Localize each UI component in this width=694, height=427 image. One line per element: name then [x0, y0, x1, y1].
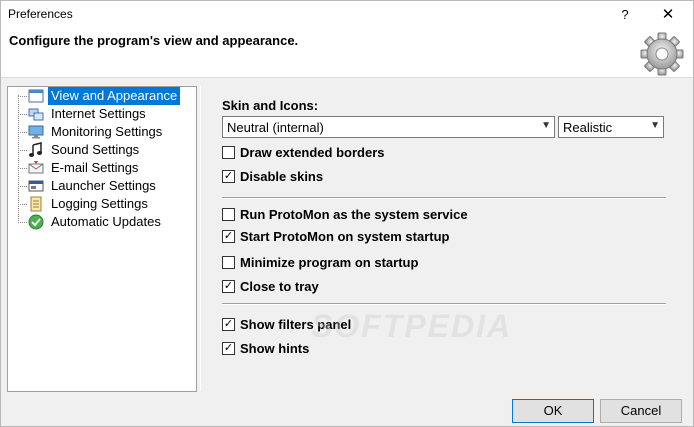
- icons-select[interactable]: Realistic ▼: [558, 116, 664, 138]
- checkbox-label: Close to tray: [240, 279, 319, 294]
- checkbox-label: Show hints: [240, 341, 310, 356]
- cancel-button[interactable]: Cancel: [600, 399, 682, 423]
- checkbox-box[interactable]: ✓: [222, 280, 235, 293]
- separator: [222, 197, 666, 199]
- tree-item-label: View and Appearance: [48, 87, 181, 105]
- checkbox-label: Disable skins: [240, 169, 324, 184]
- tree-item-label: Logging Settings: [51, 196, 148, 211]
- checkbox-label: Start ProtoMon on system startup: [240, 229, 450, 244]
- tree-item-label: Launcher Settings: [51, 178, 156, 193]
- window-title: Preferences: [8, 7, 73, 21]
- ok-button[interactable]: OK: [512, 399, 594, 423]
- separator: [222, 303, 666, 305]
- settings-panel: Skin and Icons: Neutral (internal) ▼ Rea…: [200, 86, 684, 391]
- envelope-icon: [28, 161, 44, 174]
- network-icon: [28, 108, 44, 121]
- settings-tree[interactable]: View and Appearance Internet Settings Mo…: [7, 86, 197, 392]
- tree-item-label: Automatic Updates: [51, 214, 161, 229]
- tree-item-label: Internet Settings: [51, 106, 146, 121]
- checkbox-label: Run ProtoMon as the system service: [240, 207, 468, 222]
- header-description: Configure the program's view and appeara…: [9, 33, 299, 48]
- checkbox-box[interactable]: [222, 146, 235, 159]
- checkbox-box[interactable]: ✓: [222, 318, 235, 331]
- globe-update-icon: [28, 214, 44, 230]
- help-button[interactable]: ?: [613, 5, 637, 25]
- close-button[interactable]: ✕: [653, 5, 683, 25]
- monitor-icon: [28, 125, 44, 139]
- chevron-down-icon: ▼: [650, 120, 660, 131]
- music-note-icon: [29, 142, 42, 157]
- skin-select[interactable]: Neutral (internal) ▼: [222, 116, 555, 138]
- window-icon: [28, 89, 44, 103]
- checkbox-box[interactable]: ✓: [222, 170, 235, 183]
- skin-select-value: Neutral (internal): [227, 120, 324, 135]
- log-icon: [30, 196, 42, 212]
- checkbox-box[interactable]: ✓: [222, 342, 235, 355]
- launcher-icon: [28, 180, 44, 192]
- title-bar[interactable]: Preferences ? ✕: [1, 1, 693, 29]
- gear-icon: [640, 32, 684, 76]
- header-band: Configure the program's view and appeara…: [1, 29, 693, 78]
- watermark: SOFTPEDIA: [311, 308, 513, 344]
- chevron-down-icon: ▼: [541, 120, 551, 131]
- tree-item-label: Sound Settings: [51, 142, 140, 157]
- checkbox-label: Minimize program on startup: [240, 255, 419, 270]
- tree-item-label: E-mail Settings: [51, 160, 139, 175]
- icons-select-value: Realistic: [563, 120, 613, 135]
- checkbox-label: Draw extended borders: [240, 145, 385, 160]
- preferences-window: Preferences ? ✕ Configure the program's …: [0, 0, 694, 427]
- checkbox-box[interactable]: [222, 256, 235, 269]
- tree-item-label: Monitoring Settings: [51, 124, 163, 139]
- skin-and-icons-label: Skin and Icons:: [222, 98, 319, 113]
- checkbox-box[interactable]: [222, 208, 235, 221]
- checkbox-box[interactable]: ✓: [222, 230, 235, 243]
